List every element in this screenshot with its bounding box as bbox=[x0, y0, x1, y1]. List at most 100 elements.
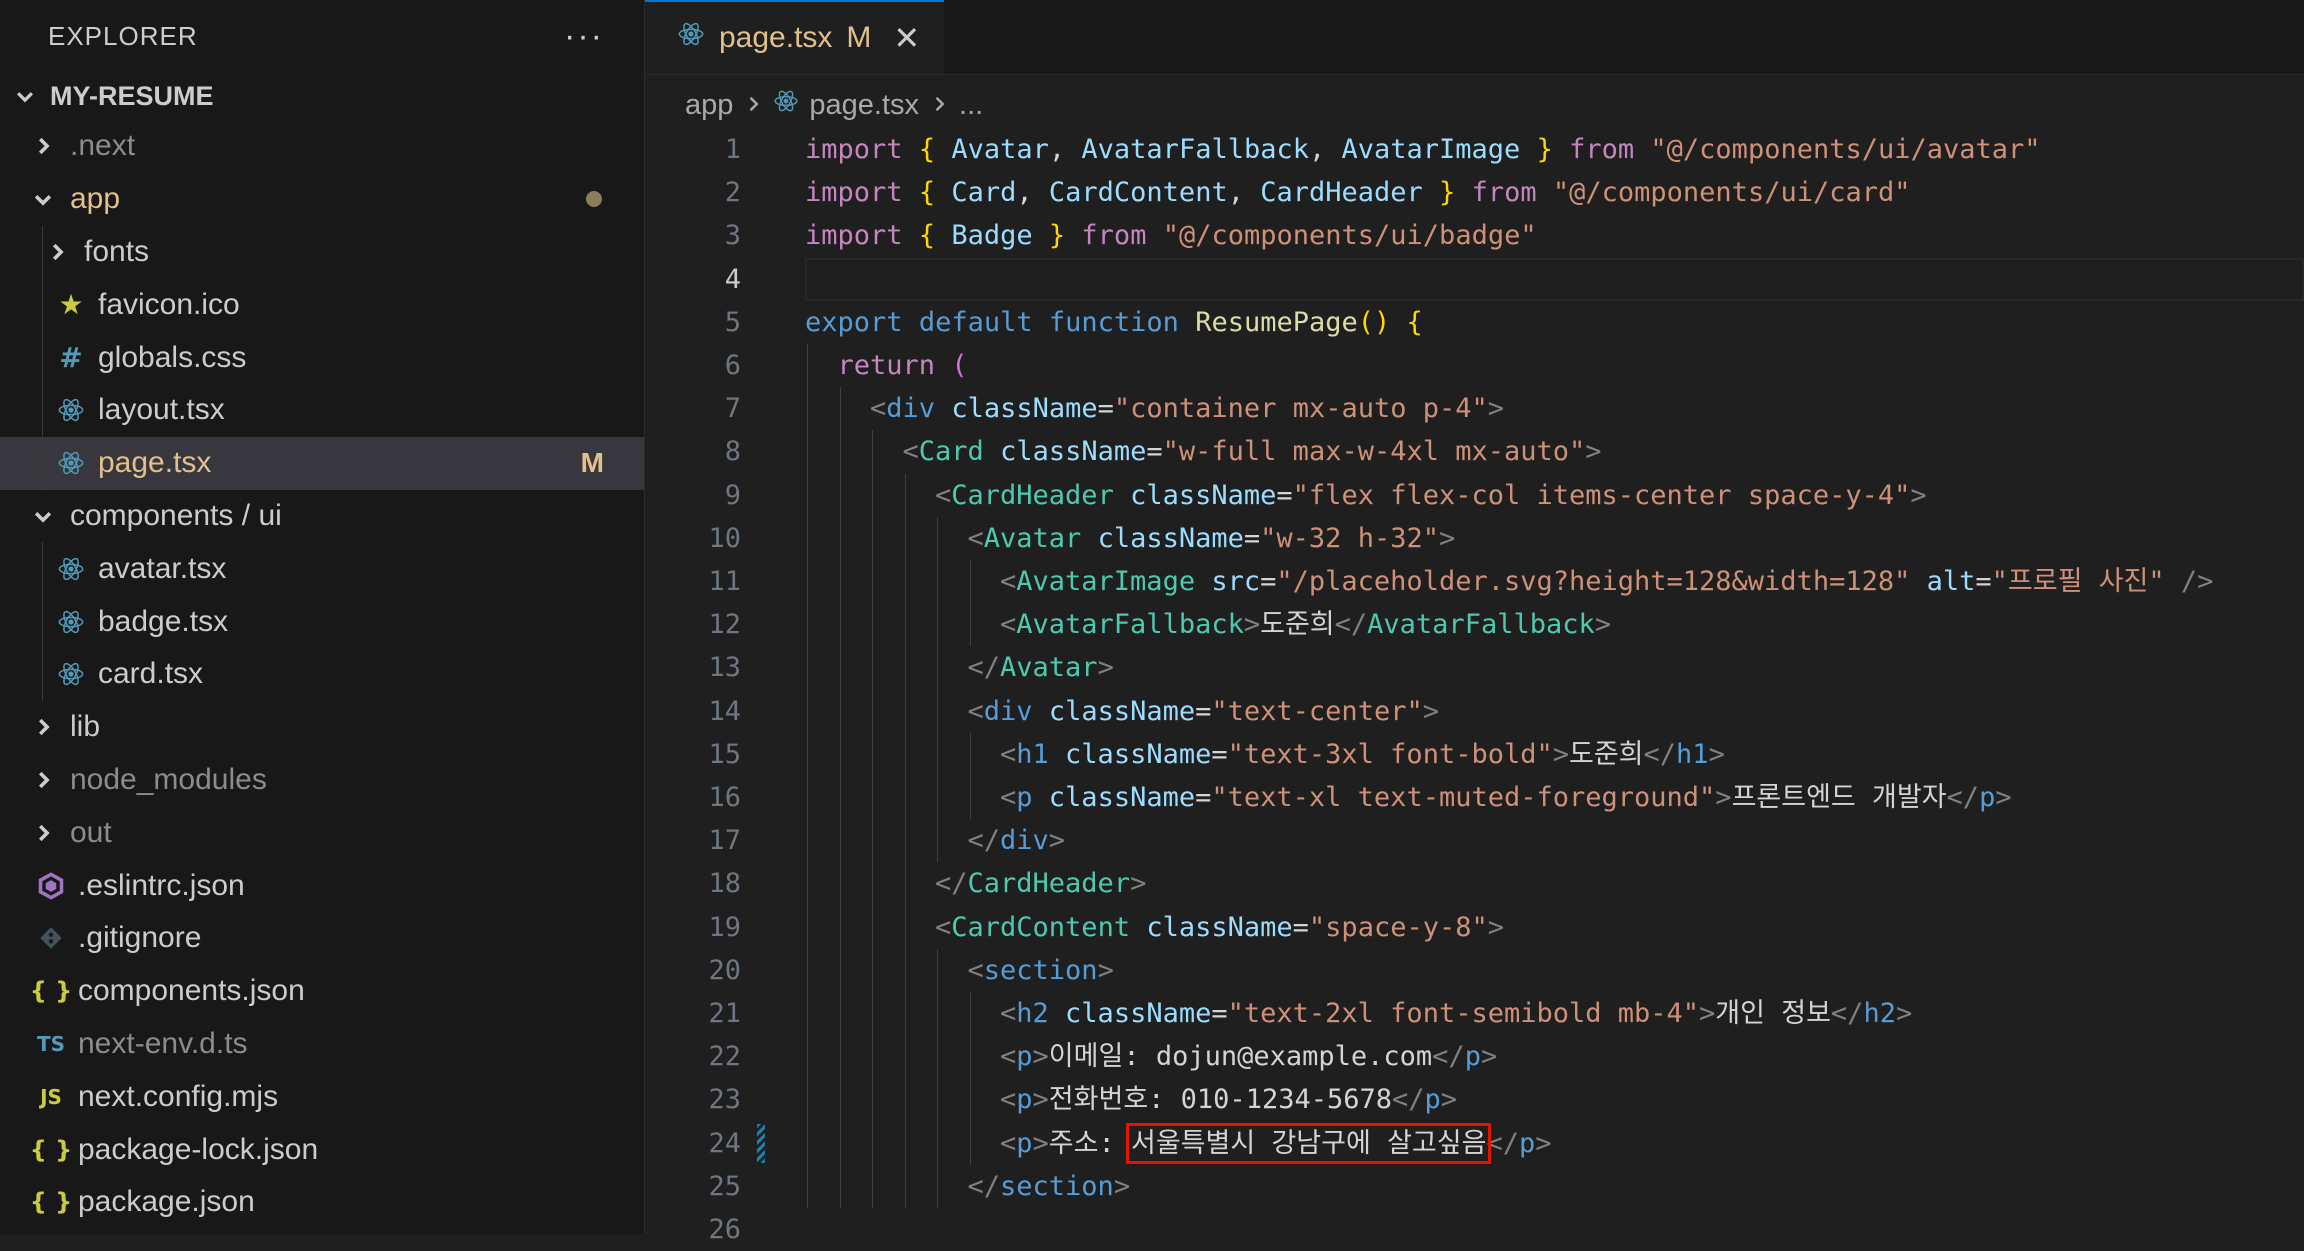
tree-item-fonts[interactable]: fonts bbox=[0, 225, 644, 279]
indent-guide bbox=[904, 560, 906, 604]
code-line[interactable]: 4 bbox=[645, 257, 2304, 301]
code-area[interactable]: 1 import { Avatar, AvatarFallback, Avatar… bbox=[645, 128, 2304, 1245]
tree-item-next-config-mjs[interactable]: JS next.config.mjs bbox=[0, 1070, 644, 1123]
tree-item-avatar-tsx[interactable]: avatar.tsx bbox=[0, 542, 644, 596]
token: "text-center" bbox=[1211, 695, 1423, 727]
token: } bbox=[1048, 220, 1066, 252]
token: < bbox=[1000, 782, 1017, 813]
chevron-right-icon bbox=[30, 820, 56, 846]
tree-item-next[interactable]: .next bbox=[0, 120, 644, 173]
indent-guide bbox=[807, 1121, 808, 1165]
breadcrumb-more[interactable]: ... bbox=[959, 89, 983, 122]
tree-item-gitignore[interactable]: .gitignore bbox=[0, 912, 644, 965]
indent-guide bbox=[872, 732, 873, 776]
react-icon bbox=[56, 395, 86, 425]
code-line[interactable]: 25 </section> bbox=[645, 1164, 2304, 1208]
code-line[interactable]: 10 <Avatar className="w-32 h-32"> bbox=[645, 516, 2304, 560]
code-line[interactable]: 5 export default function ResumePage() { bbox=[645, 301, 2304, 344]
indent-guide bbox=[42, 542, 43, 596]
tree-item-favicon-ico[interactable]: ★ favicon.ico bbox=[0, 278, 644, 332]
token: = bbox=[1292, 911, 1309, 943]
code-line[interactable]: 13 </Avatar> bbox=[645, 646, 2304, 690]
tree-item-globals-css[interactable]: # globals.css bbox=[0, 331, 644, 384]
token: h1 bbox=[1016, 738, 1049, 770]
tree-item-package-lock-json[interactable]: { } package-lock.json bbox=[0, 1123, 644, 1176]
token: { bbox=[918, 220, 936, 252]
tree-item-components-json[interactable]: { } components.json bbox=[0, 965, 644, 1018]
token: CardHeader bbox=[951, 479, 1114, 511]
tab-page-tsx[interactable]: page.tsx M ✕ bbox=[645, 0, 945, 74]
code-line[interactable]: 12 <AvatarFallback>도준희</AvatarFallback> bbox=[645, 603, 2304, 647]
token: < bbox=[1000, 1041, 1017, 1073]
code-line[interactable]: 18 </CardHeader> bbox=[645, 862, 2304, 906]
tree-item-package-json[interactable]: { } package.json bbox=[0, 1176, 644, 1229]
indent-guide bbox=[807, 776, 808, 820]
token: { bbox=[918, 177, 936, 209]
token: div bbox=[886, 393, 936, 425]
code-line[interactable]: 19 <CardContent className="space-y-8"> bbox=[645, 905, 2304, 949]
token: < bbox=[1000, 609, 1017, 641]
code-line[interactable]: 16 <p className="text-xl text-muted-foreg… bbox=[645, 776, 2304, 820]
tree-item-app[interactable]: app bbox=[0, 173, 644, 226]
indent-guide bbox=[937, 646, 938, 690]
code-line[interactable]: 2 import { Card, CardContent, CardHeader … bbox=[645, 171, 2304, 214]
close-icon[interactable]: ✕ bbox=[893, 19, 920, 57]
code-line[interactable]: 3 import { Badge } from "@/components/ui/… bbox=[645, 214, 2304, 257]
tree-item-layout-tsx[interactable]: layout.tsx bbox=[0, 383, 644, 437]
code-line[interactable]: 14 <div className="text-center"> bbox=[645, 689, 2304, 733]
tree-item-badge-tsx[interactable]: badge.tsx bbox=[0, 595, 644, 648]
eslint-icon bbox=[36, 871, 66, 901]
breadcrumb-folder[interactable]: app bbox=[685, 89, 733, 122]
token: "@/components/ui/avatar" bbox=[1650, 134, 2041, 165]
token: </ bbox=[1486, 1127, 1519, 1159]
code-line[interactable]: 15 <h1 className="text-3xl font-bold">도준희… bbox=[645, 732, 2304, 776]
tree-item-card-tsx[interactable]: card.tsx bbox=[0, 647, 644, 701]
tree-item-components-ui[interactable]: components / ui bbox=[0, 490, 644, 543]
token: import bbox=[805, 220, 903, 252]
token: AvatarFallback bbox=[1081, 134, 1309, 165]
code-line[interactable]: 9 <CardHeader className="flex flex-col it… bbox=[645, 473, 2304, 517]
code-line[interactable]: 7 <div className="container mx-auto p-4"> bbox=[645, 387, 2304, 431]
tree-item-eslintrc-json[interactable]: .eslintrc.json bbox=[0, 859, 644, 912]
token: CardHeader bbox=[1260, 177, 1423, 209]
indent-guide bbox=[807, 387, 808, 431]
tree-item-page-tsx[interactable]: page.tsx M bbox=[0, 436, 644, 490]
git-change-gutter-marker[interactable] bbox=[757, 1123, 765, 1163]
code-line[interactable]: 20 <section> bbox=[645, 948, 2304, 992]
code-line[interactable]: 11 <AvatarImage src="/placeholder.svg?hei… bbox=[645, 560, 2304, 604]
token: p bbox=[1016, 1084, 1033, 1116]
code-line[interactable]: 22 <p>이메일: dojun@example.com</p> bbox=[645, 1035, 2304, 1079]
code-line[interactable]: 1 import { Avatar, AvatarFallback, Avatar… bbox=[645, 128, 2304, 171]
indent-guide bbox=[839, 948, 841, 992]
token: > bbox=[1438, 522, 1456, 554]
code-line[interactable]: 23 <p>전화번호: 010-1234-5678</p> bbox=[645, 1078, 2304, 1122]
tree-item-label: .next bbox=[70, 129, 136, 163]
code-line[interactable]: 6 return ( bbox=[645, 344, 2304, 388]
indent-guide bbox=[969, 1035, 971, 1079]
tree-item-out[interactable]: out bbox=[0, 806, 644, 859]
code-line[interactable]: 24 <p>주소: 서울특별시 강남구에 살고싶음</p> bbox=[645, 1121, 2304, 1165]
explorer-sidebar: EXPLORER ··· MY-RESUME .next app fonts ★ fav… bbox=[0, 0, 645, 1234]
chevron-right-icon bbox=[30, 133, 56, 159]
token: Avatar bbox=[983, 522, 1082, 554]
token: < bbox=[870, 393, 887, 425]
token: CardHeader bbox=[967, 868, 1131, 900]
code-line[interactable]: 26 bbox=[645, 1208, 2304, 1251]
code-text: <AvatarImage src="/placeholder.svg?heigh… bbox=[1000, 560, 2213, 603]
token: = bbox=[1211, 998, 1228, 1029]
code-line[interactable]: 8 <Card className="w-full max-w-4xl mx-au… bbox=[645, 430, 2304, 474]
tree-item-next-env-d-ts[interactable]: TS next-env.d.ts bbox=[0, 1018, 644, 1071]
tree-item-label: globals.css bbox=[98, 340, 247, 374]
tree-item-lib[interactable]: lib bbox=[0, 701, 644, 754]
more-actions-icon[interactable]: ··· bbox=[564, 19, 604, 53]
code-line[interactable]: 21 <h2 className="text-2xl font-semibold … bbox=[645, 992, 2304, 1036]
project-section-header[interactable]: MY-RESUME bbox=[0, 72, 644, 120]
tree-item-node-modules[interactable]: node_modules bbox=[0, 754, 644, 807]
breadcrumb-file[interactable]: page.tsx bbox=[809, 89, 919, 122]
code-line[interactable]: 17 </div> bbox=[645, 819, 2304, 863]
